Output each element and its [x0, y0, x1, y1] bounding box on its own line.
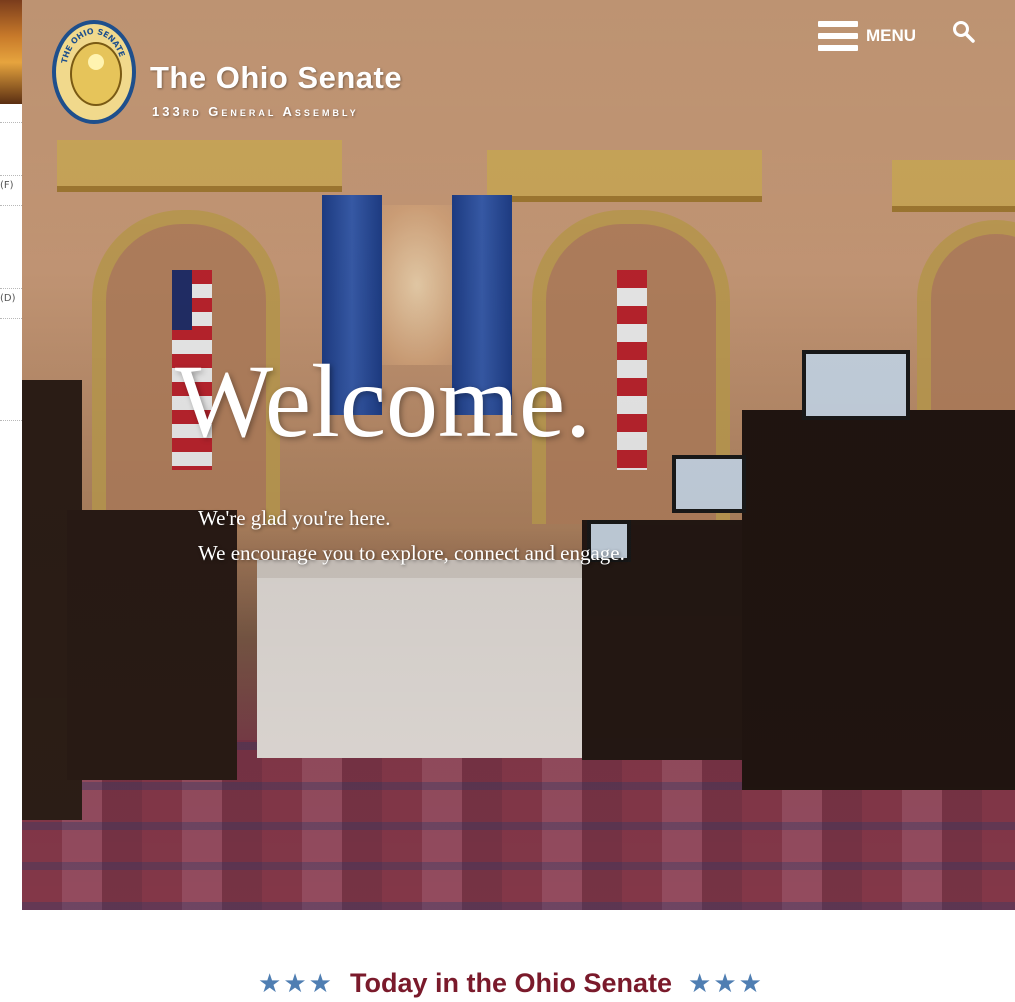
welcome-line-1: We're glad you're here.	[198, 506, 391, 530]
divider	[0, 288, 22, 289]
site-title[interactable]: The Ohio Senate	[150, 60, 402, 96]
today-heading-row: ★★★ Today in the Ohio Senate ★★★	[22, 968, 1000, 999]
divider	[0, 205, 22, 206]
menu-button[interactable]: MENU	[818, 18, 916, 54]
site-subtitle: 133rd General Assembly	[152, 104, 359, 119]
background-window-edge: (F) (D)	[0, 0, 23, 1002]
today-title: Today in the Ohio Senate	[349, 968, 673, 998]
divider	[0, 122, 22, 123]
ohio-senate-seal-logo[interactable]: THE OHIO SENATE	[52, 20, 136, 124]
divider	[0, 318, 22, 319]
sun-icon	[88, 54, 104, 70]
divider	[0, 420, 22, 421]
background-window-image	[0, 0, 22, 104]
stars-right-icon: ★★★	[688, 968, 764, 998]
background-text-fragment: (D)	[0, 293, 16, 304]
welcome-line-2: We encourage you to explore, connect and…	[198, 541, 625, 565]
menu-label: MENU	[866, 26, 917, 45]
seal-emblem	[70, 42, 122, 106]
search-icon	[953, 21, 975, 43]
hamburger-icon	[818, 21, 858, 51]
stars-left-icon: ★★★	[258, 968, 334, 998]
search-button[interactable]	[952, 20, 976, 44]
today-section: ★★★ Today in the Ohio Senate ★★★	[22, 910, 1000, 1002]
welcome-heading: Welcome.	[175, 344, 592, 459]
background-text-fragment: (F)	[0, 180, 14, 191]
divider	[0, 175, 22, 176]
